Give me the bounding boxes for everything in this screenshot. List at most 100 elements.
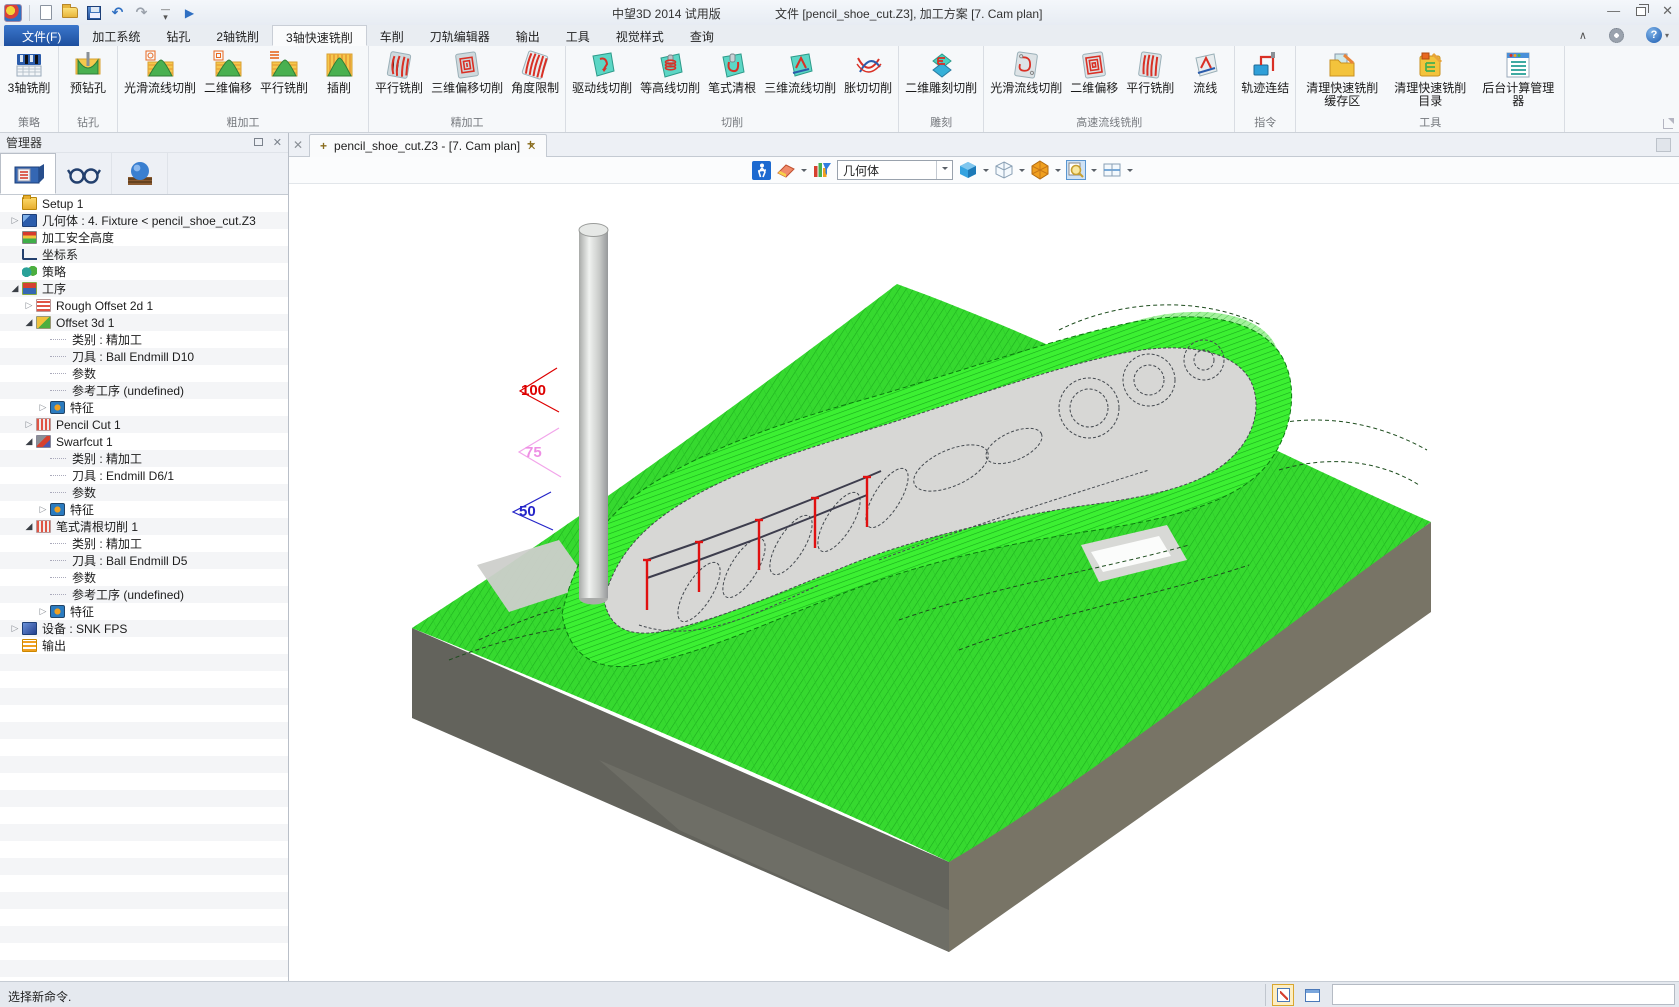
expander-icon[interactable]: ▷ xyxy=(36,606,50,617)
button-zlevel-cut[interactable]: 等高线切削 xyxy=(637,48,703,95)
shaded-display-icon[interactable] xyxy=(958,160,978,180)
tool-cylinder[interactable] xyxy=(579,224,608,605)
help-icon[interactable]: ? xyxy=(1646,27,1662,43)
tab-file[interactable]: 文件(F) xyxy=(4,25,79,46)
button-clean-hsm-directory[interactable]: 清理快速铣削目录 xyxy=(1387,48,1473,108)
zoom-region-icon[interactable] xyxy=(1066,160,1086,180)
close-button[interactable]: ✕ xyxy=(1662,3,1673,19)
button-parallel-mill-rough[interactable]: 平行铣削 xyxy=(257,48,311,95)
tree-item-machine[interactable]: ▷设备 : SNK FPS xyxy=(0,620,288,637)
customize-toolbar-dropdown-icon[interactable]: —▾ xyxy=(157,4,174,21)
button-smooth-flow-cut[interactable]: 光滑流线切削 xyxy=(121,48,199,95)
resume-icon[interactable]: ▶ xyxy=(181,4,198,21)
tree-item-class[interactable]: 类别 : 精加工 xyxy=(0,450,288,467)
tree-item-pencil-cut[interactable]: ▷Pencil Cut 1 xyxy=(0,416,288,433)
tree-item-parameters[interactable]: 参数 xyxy=(0,484,288,501)
tab-2axis-milling[interactable]: 2轴铣削 xyxy=(203,25,272,46)
wireframe-display-icon[interactable] xyxy=(994,160,1014,180)
tree-item-parameters[interactable]: 参数 xyxy=(0,569,288,586)
tab-machining-system[interactable]: 加工系统 xyxy=(79,25,153,46)
button-3d-offset-cut[interactable]: 三维偏移切削 xyxy=(428,48,506,95)
button-morph-cut[interactable]: 胀切切削 xyxy=(841,48,895,95)
tab-tools[interactable]: 工具 xyxy=(553,25,603,46)
app-logo-icon[interactable] xyxy=(4,4,22,22)
settings-gear-icon[interactable] xyxy=(1609,28,1624,43)
restore-button[interactable] xyxy=(1636,7,1646,16)
combobox-dropdown-icon[interactable] xyxy=(936,161,952,179)
help-dropdown-icon[interactable]: ▾ xyxy=(1665,31,1669,40)
minimize-button[interactable]: — xyxy=(1607,3,1620,19)
toolbar-toggle-icon[interactable] xyxy=(1272,984,1294,1006)
filter-icon[interactable] xyxy=(812,160,832,180)
cam-3d-scene[interactable]: 100 75 50 xyxy=(289,184,1679,981)
tree-item-tool[interactable]: 刀具 : Ball Endmill D5 xyxy=(0,552,288,569)
manager-restore-icon[interactable] xyxy=(254,137,263,149)
button-hsm-smooth-flow-cut[interactable]: 光滑流线切削 xyxy=(987,48,1065,95)
button-2d-engrave-cut[interactable]: 二维雕刻切削 xyxy=(902,48,980,95)
tree-item-swarfcut[interactable]: ◢Swarfcut 1 xyxy=(0,433,288,450)
tree-item-features[interactable]: ▷特征 xyxy=(0,603,288,620)
expander-icon[interactable]: ▷ xyxy=(8,623,22,634)
tree-item-output[interactable]: 输出 xyxy=(0,637,288,654)
button-hsm-2d-offset[interactable]: 二维偏移 xyxy=(1067,48,1121,95)
button-2d-offset-rough[interactable]: 二维偏移 xyxy=(201,48,255,95)
redo-icon[interactable]: ↷ xyxy=(133,4,150,21)
tree-item-operations[interactable]: ◢工序 xyxy=(0,280,288,297)
eraser-icon[interactable] xyxy=(776,160,796,180)
button-parallel-mill-finish[interactable]: 平行铣削 xyxy=(372,48,426,95)
tree-item-frame[interactable]: 坐标系 xyxy=(0,246,288,263)
tree-item-tool[interactable]: 刀具 : Ball Endmill D10 xyxy=(0,348,288,365)
manager-tab-visibility[interactable] xyxy=(56,153,112,194)
tree-item-ref-op[interactable]: 参考工序 (undefined) xyxy=(0,382,288,399)
undo-icon[interactable]: ↶ xyxy=(109,4,126,21)
expander-icon[interactable]: ▷ xyxy=(22,300,36,311)
tree-item-offset-3d[interactable]: ◢Offset 3d 1 xyxy=(0,314,288,331)
view-orientation-icon[interactable] xyxy=(1030,160,1050,180)
tree-item-class[interactable]: 类别 : 精加工 xyxy=(0,331,288,348)
manager-close-icon[interactable]: ✕ xyxy=(273,136,282,149)
tab-inquire[interactable]: 查询 xyxy=(677,25,727,46)
tree-item-features[interactable]: ▷特征 xyxy=(0,399,288,416)
expander-icon[interactable]: ▷ xyxy=(8,215,22,226)
entity-filter-combobox[interactable]: 几何体 xyxy=(837,160,953,180)
tab-output[interactable]: 输出 xyxy=(503,25,553,46)
tree-item-rough-offset-2d[interactable]: ▷Rough Offset 2d 1 xyxy=(0,297,288,314)
tree-item-parameters[interactable]: 参数 xyxy=(0,365,288,382)
tab-toolpath-editor[interactable]: 刀轨编辑器 xyxy=(417,25,503,46)
button-toolpath-link[interactable]: 轨迹连结 xyxy=(1238,48,1292,95)
tree-item-setup[interactable]: Setup 1 xyxy=(0,195,288,212)
collapse-ribbon-icon[interactable]: ∧ xyxy=(1579,29,1587,42)
walkthrough-icon[interactable] xyxy=(751,160,771,180)
wireframe-display-dropdown-icon[interactable] xyxy=(1019,169,1025,175)
document-tab[interactable]: + pencil_shoe_cut.Z3 - [7. Cam plan] ✕ xyxy=(309,134,547,157)
expander-icon[interactable]: ◢ xyxy=(22,521,36,532)
status-input[interactable] xyxy=(1332,984,1675,1005)
section-view-icon[interactable] xyxy=(1102,160,1122,180)
new-tab-icon[interactable]: + xyxy=(527,137,534,151)
manager-tab-cam-tree[interactable] xyxy=(0,153,56,194)
manager-tab-solid-verify[interactable] xyxy=(112,153,168,194)
button-predrill[interactable]: 预钻孔 xyxy=(62,48,114,95)
expander-icon[interactable]: ◢ xyxy=(22,436,36,447)
button-drive-line-cut[interactable]: 驱动线切削 xyxy=(569,48,635,95)
tab-turning[interactable]: 车削 xyxy=(367,25,417,46)
expander-icon[interactable]: ▷ xyxy=(36,504,50,515)
tree-item-pencil-clean-cut[interactable]: ◢笔式清根切削 1 xyxy=(0,518,288,535)
tree-item-class[interactable]: 类别 : 精加工 xyxy=(0,535,288,552)
expander-icon[interactable]: ▷ xyxy=(36,402,50,413)
button-hsm-parallel-mill[interactable]: 平行铣削 xyxy=(1123,48,1177,95)
button-clean-hsm-buffer[interactable]: 清理快速铣削缓存区 xyxy=(1299,48,1385,108)
tree-item-clearance[interactable]: 加工安全高度 xyxy=(0,229,288,246)
open-file-icon[interactable] xyxy=(61,4,78,21)
tab-drilling[interactable]: 钻孔 xyxy=(153,25,203,46)
button-pencil-cut[interactable]: 笔式清根 xyxy=(705,48,759,95)
output-log-icon[interactable] xyxy=(1302,985,1322,1005)
new-file-icon[interactable] xyxy=(37,4,54,21)
tab-list-icon[interactable] xyxy=(1656,138,1671,152)
section-view-dropdown-icon[interactable] xyxy=(1127,169,1133,175)
tree-item-strategy[interactable]: 策略 xyxy=(0,263,288,280)
button-angle-limit[interactable]: 角度限制 xyxy=(508,48,562,95)
tree-item-tool[interactable]: 刀具 : Endmill D6/1 xyxy=(0,467,288,484)
tree-item-geometry[interactable]: ▷几何体 : 4. Fixture < pencil_shoe_cut.Z3 xyxy=(0,212,288,229)
zoom-region-dropdown-icon[interactable] xyxy=(1091,169,1097,175)
